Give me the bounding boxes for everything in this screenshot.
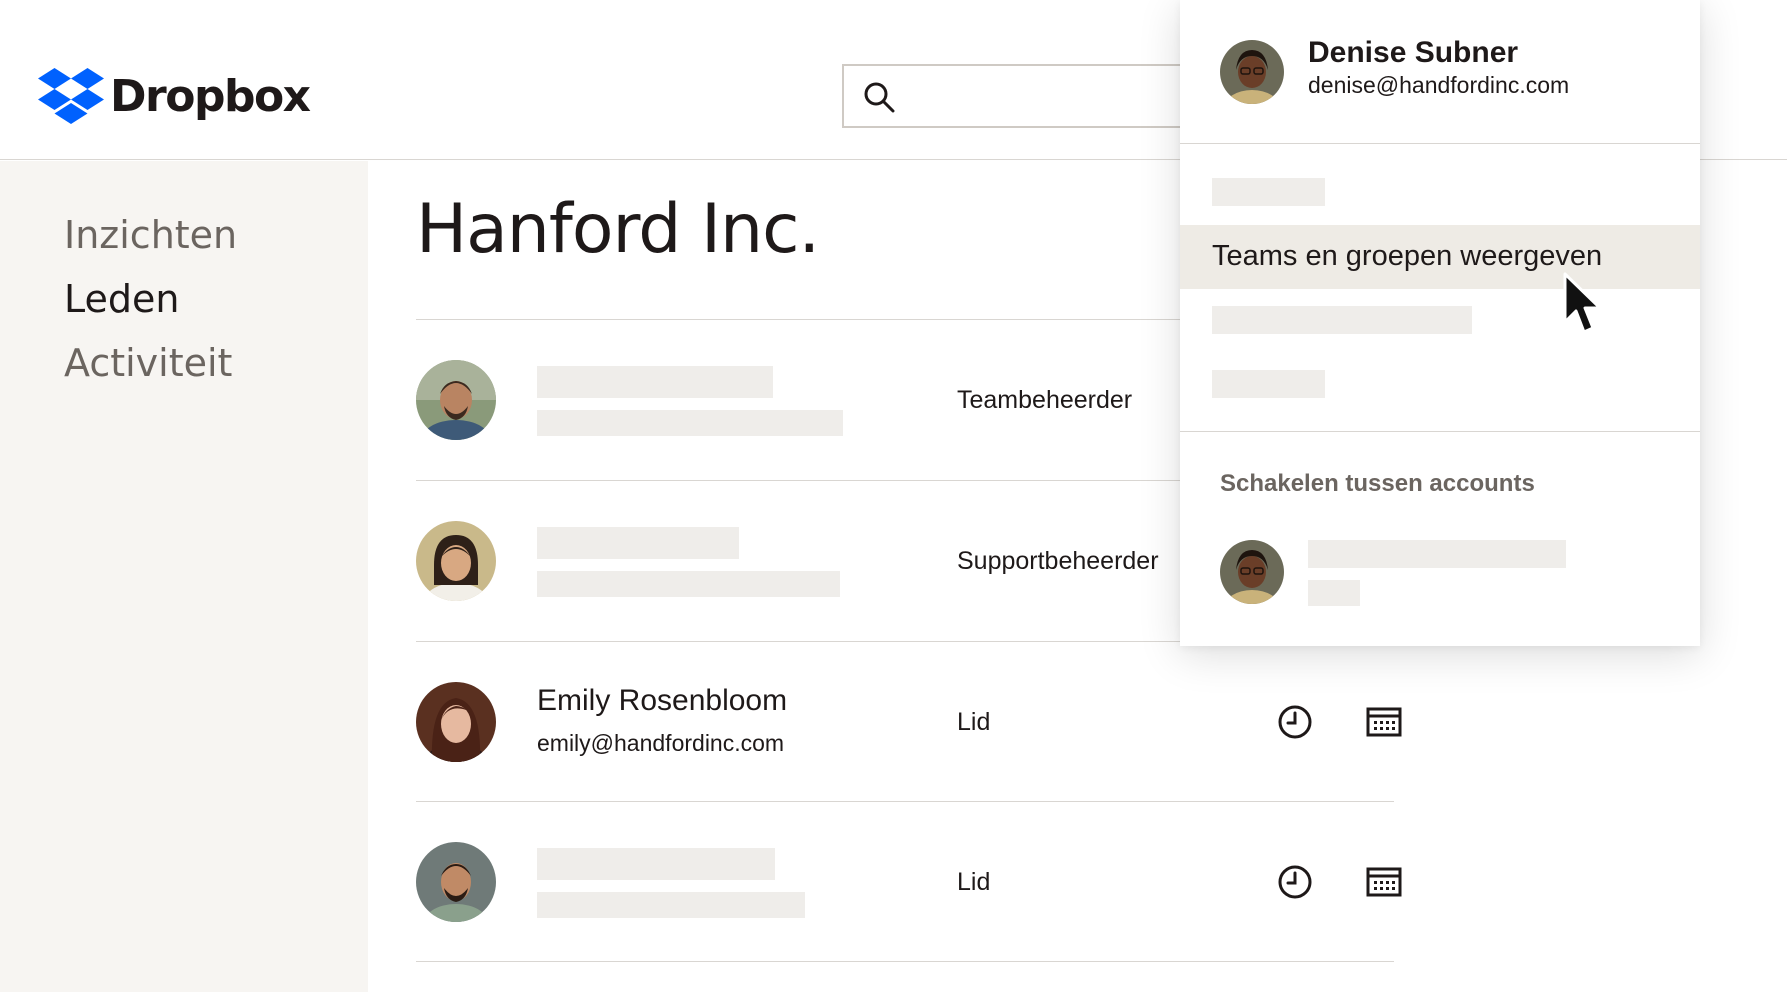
- menu-divider: [1180, 431, 1700, 432]
- menu-item-placeholder[interactable]: [1212, 370, 1325, 398]
- other-account-avatar[interactable]: [1220, 540, 1284, 604]
- name-placeholder: [537, 848, 775, 880]
- sidebar: Inzichten Leden Activiteit: [0, 161, 368, 992]
- member-role: Lid: [957, 708, 991, 736]
- email-placeholder: [537, 571, 840, 597]
- member-role: Supportbeheerder: [957, 547, 1159, 575]
- name-placeholder: [537, 527, 739, 559]
- table-row[interactable]: Emily Rosenbloom emily@handfordinc.com L…: [416, 642, 1402, 802]
- divider: [416, 961, 1394, 962]
- avatar: [416, 360, 496, 440]
- clock-icon[interactable]: [1275, 702, 1315, 742]
- sidebar-item-leden[interactable]: Leden: [64, 277, 179, 321]
- menu-divider: [1180, 143, 1700, 144]
- menu-item-placeholder[interactable]: [1212, 306, 1472, 334]
- menu-item-label: Teams en groepen weergeven: [1212, 240, 1603, 272]
- dropbox-logo[interactable]: Dropbox: [38, 68, 311, 124]
- member-email: emily@handfordinc.com: [537, 730, 785, 756]
- sidebar-item-activiteit[interactable]: Activiteit: [64, 341, 232, 385]
- email-placeholder: [537, 892, 805, 918]
- sidebar-item-inzichten[interactable]: Inzichten: [64, 213, 237, 257]
- menu-item-view-teams-groups[interactable]: Teams en groepen weergeven: [1180, 225, 1700, 289]
- table-row[interactable]: Lid: [416, 802, 1402, 962]
- account-email-placeholder: [1308, 580, 1360, 606]
- avatar: [416, 842, 496, 922]
- calendar-icon[interactable]: [1364, 862, 1404, 902]
- email-placeholder: [537, 410, 843, 436]
- clock-icon[interactable]: [1275, 862, 1315, 902]
- user-name: Denise Subner: [1308, 36, 1519, 69]
- name-placeholder: [537, 366, 773, 398]
- dropbox-icon: [38, 68, 104, 124]
- member-role: Lid: [957, 868, 991, 896]
- menu-item-placeholder[interactable]: [1212, 178, 1325, 206]
- member-name: Emily Rosenbloom: [537, 684, 788, 717]
- user-avatar: [1220, 40, 1284, 104]
- mouse-cursor-icon: [1563, 272, 1602, 334]
- account-menu: Denise Subner denise@handfordinc.com Tea…: [1180, 0, 1700, 646]
- user-email: denise@handfordinc.com: [1308, 72, 1570, 98]
- brand-name: Dropbox: [110, 70, 311, 122]
- account-name-placeholder[interactable]: [1308, 540, 1566, 568]
- member-role: Teambeheerder: [957, 386, 1133, 414]
- avatar: [416, 682, 496, 762]
- avatar: [416, 521, 496, 601]
- search-icon: [864, 82, 895, 113]
- switch-accounts-heading: Schakelen tussen accounts: [1220, 470, 1535, 497]
- calendar-icon[interactable]: [1364, 702, 1404, 742]
- page-title: Hanford Inc.: [416, 190, 820, 269]
